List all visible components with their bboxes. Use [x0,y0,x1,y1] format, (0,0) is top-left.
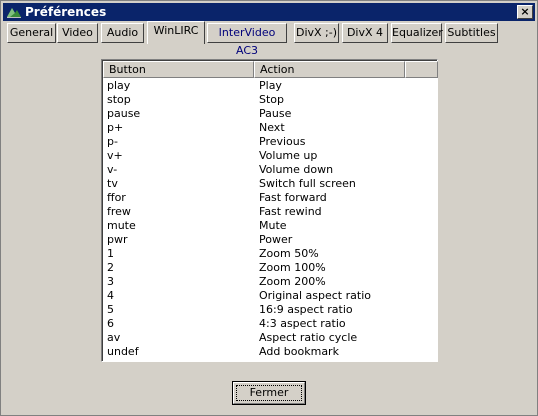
table-row[interactable]: 1 Zoom 50% [103,247,437,261]
button-cell: stop [107,93,131,106]
column-header-button[interactable]: Button [103,61,254,78]
action-cell: Volume down [259,163,334,176]
table-row[interactable]: stop Stop [103,93,437,107]
button-cell: v+ [107,149,123,162]
action-cell: Power [259,233,293,246]
action-cell: 16:9 aspect ratio [259,303,353,316]
close-icon[interactable]: × [517,5,533,19]
table-row[interactable]: av Aspect ratio cycle [103,331,437,345]
table-row[interactable]: 2 Zoom 100% [103,261,437,275]
action-cell: Zoom 50% [259,247,319,260]
tab-winlirc[interactable]: WinLIRC [147,21,205,44]
table-row[interactable]: ffor Fast forward [103,191,437,205]
table-row[interactable]: v+ Volume up [103,149,437,163]
button-cell: p+ [107,121,124,134]
table-row[interactable]: 6 4:3 aspect ratio [103,317,437,331]
action-cell: Mute [259,219,287,232]
button-cell: frew [107,205,131,218]
action-cell: Fast rewind [259,205,322,218]
action-cell: 4:3 aspect ratio [259,317,346,330]
action-cell: Aspect ratio cycle [259,331,358,344]
table-row[interactable]: p+ Next [103,121,437,135]
tab-subtitles[interactable]: Subtitles [445,23,498,43]
button-cell: 1 [107,247,114,260]
action-cell: Previous [259,135,306,148]
button-cell: ffor [107,191,126,204]
tab-intervideo-ac3[interactable]: InterVideo AC3 [207,23,287,57]
action-cell: Add bookmark [259,345,339,358]
action-cell: Zoom 200% [259,275,326,288]
button-cell: 3 [107,275,114,288]
button-cell: 2 [107,261,114,274]
button-cell: av [107,331,121,344]
button-cell: tv [107,177,118,190]
table-row[interactable]: mute Mute [103,219,437,233]
action-cell: Pause [259,107,292,120]
tab-audio[interactable]: Audio [101,23,144,43]
action-cell: Fast forward [259,191,327,204]
button-cell: 5 [107,303,114,316]
button-cell: undef [107,345,139,358]
action-cell: Play [259,79,282,92]
tab-divx-4[interactable]: DivX 4 [342,23,388,43]
table-row[interactable]: play Play [103,79,437,93]
table-row[interactable]: v- Volume down [103,163,437,177]
table-row[interactable]: 3 Zoom 200% [103,275,437,289]
table-row[interactable]: undef Add bookmark [103,345,437,359]
column-header-filler [405,61,438,78]
table-row[interactable]: 4 Original aspect ratio [103,289,437,303]
button-cell: v- [107,163,118,176]
action-cell: Stop [259,93,285,106]
app-icon [7,8,21,18]
table-row[interactable]: pwr Power [103,233,437,247]
table-row[interactable]: pause Pause [103,107,437,121]
tab-divx[interactable]: DivX ;-) [294,23,339,43]
tab-equalizer[interactable]: Equalizer [391,23,443,43]
button-cell: p- [107,135,118,148]
table-row[interactable]: 5 16:9 aspect ratio [103,303,437,317]
table-row[interactable]: p- Previous [103,135,437,149]
button-cell: pause [107,107,141,120]
button-cell: 6 [107,317,114,330]
table-row[interactable]: tv Switch full screen [103,177,437,191]
action-cell: Volume up [259,149,318,162]
window-title: Préférences [25,5,107,19]
button-cell: pwr [107,233,128,246]
action-cell: Original aspect ratio [259,289,371,302]
winlirc-mapping-list[interactable]: Button Action play Play stop Stop pause Pause… [101,59,438,362]
tab-general[interactable]: General [7,23,56,43]
table-row[interactable]: frew Fast rewind [103,205,437,219]
button-cell: 4 [107,289,114,302]
action-cell: Next [259,121,285,134]
button-cell: play [107,79,131,92]
preferences-window: Préférences × General Video Audio WinLIRC In… [0,0,538,416]
tab-video[interactable]: Video [57,23,98,43]
action-cell: Zoom 100% [259,261,326,274]
button-cell: mute [107,219,136,232]
title-bar[interactable]: Préférences × [3,3,535,21]
column-header-action[interactable]: Action [254,61,405,78]
fermer-button[interactable]: Fermer [232,381,306,405]
action-cell: Switch full screen [259,177,356,190]
